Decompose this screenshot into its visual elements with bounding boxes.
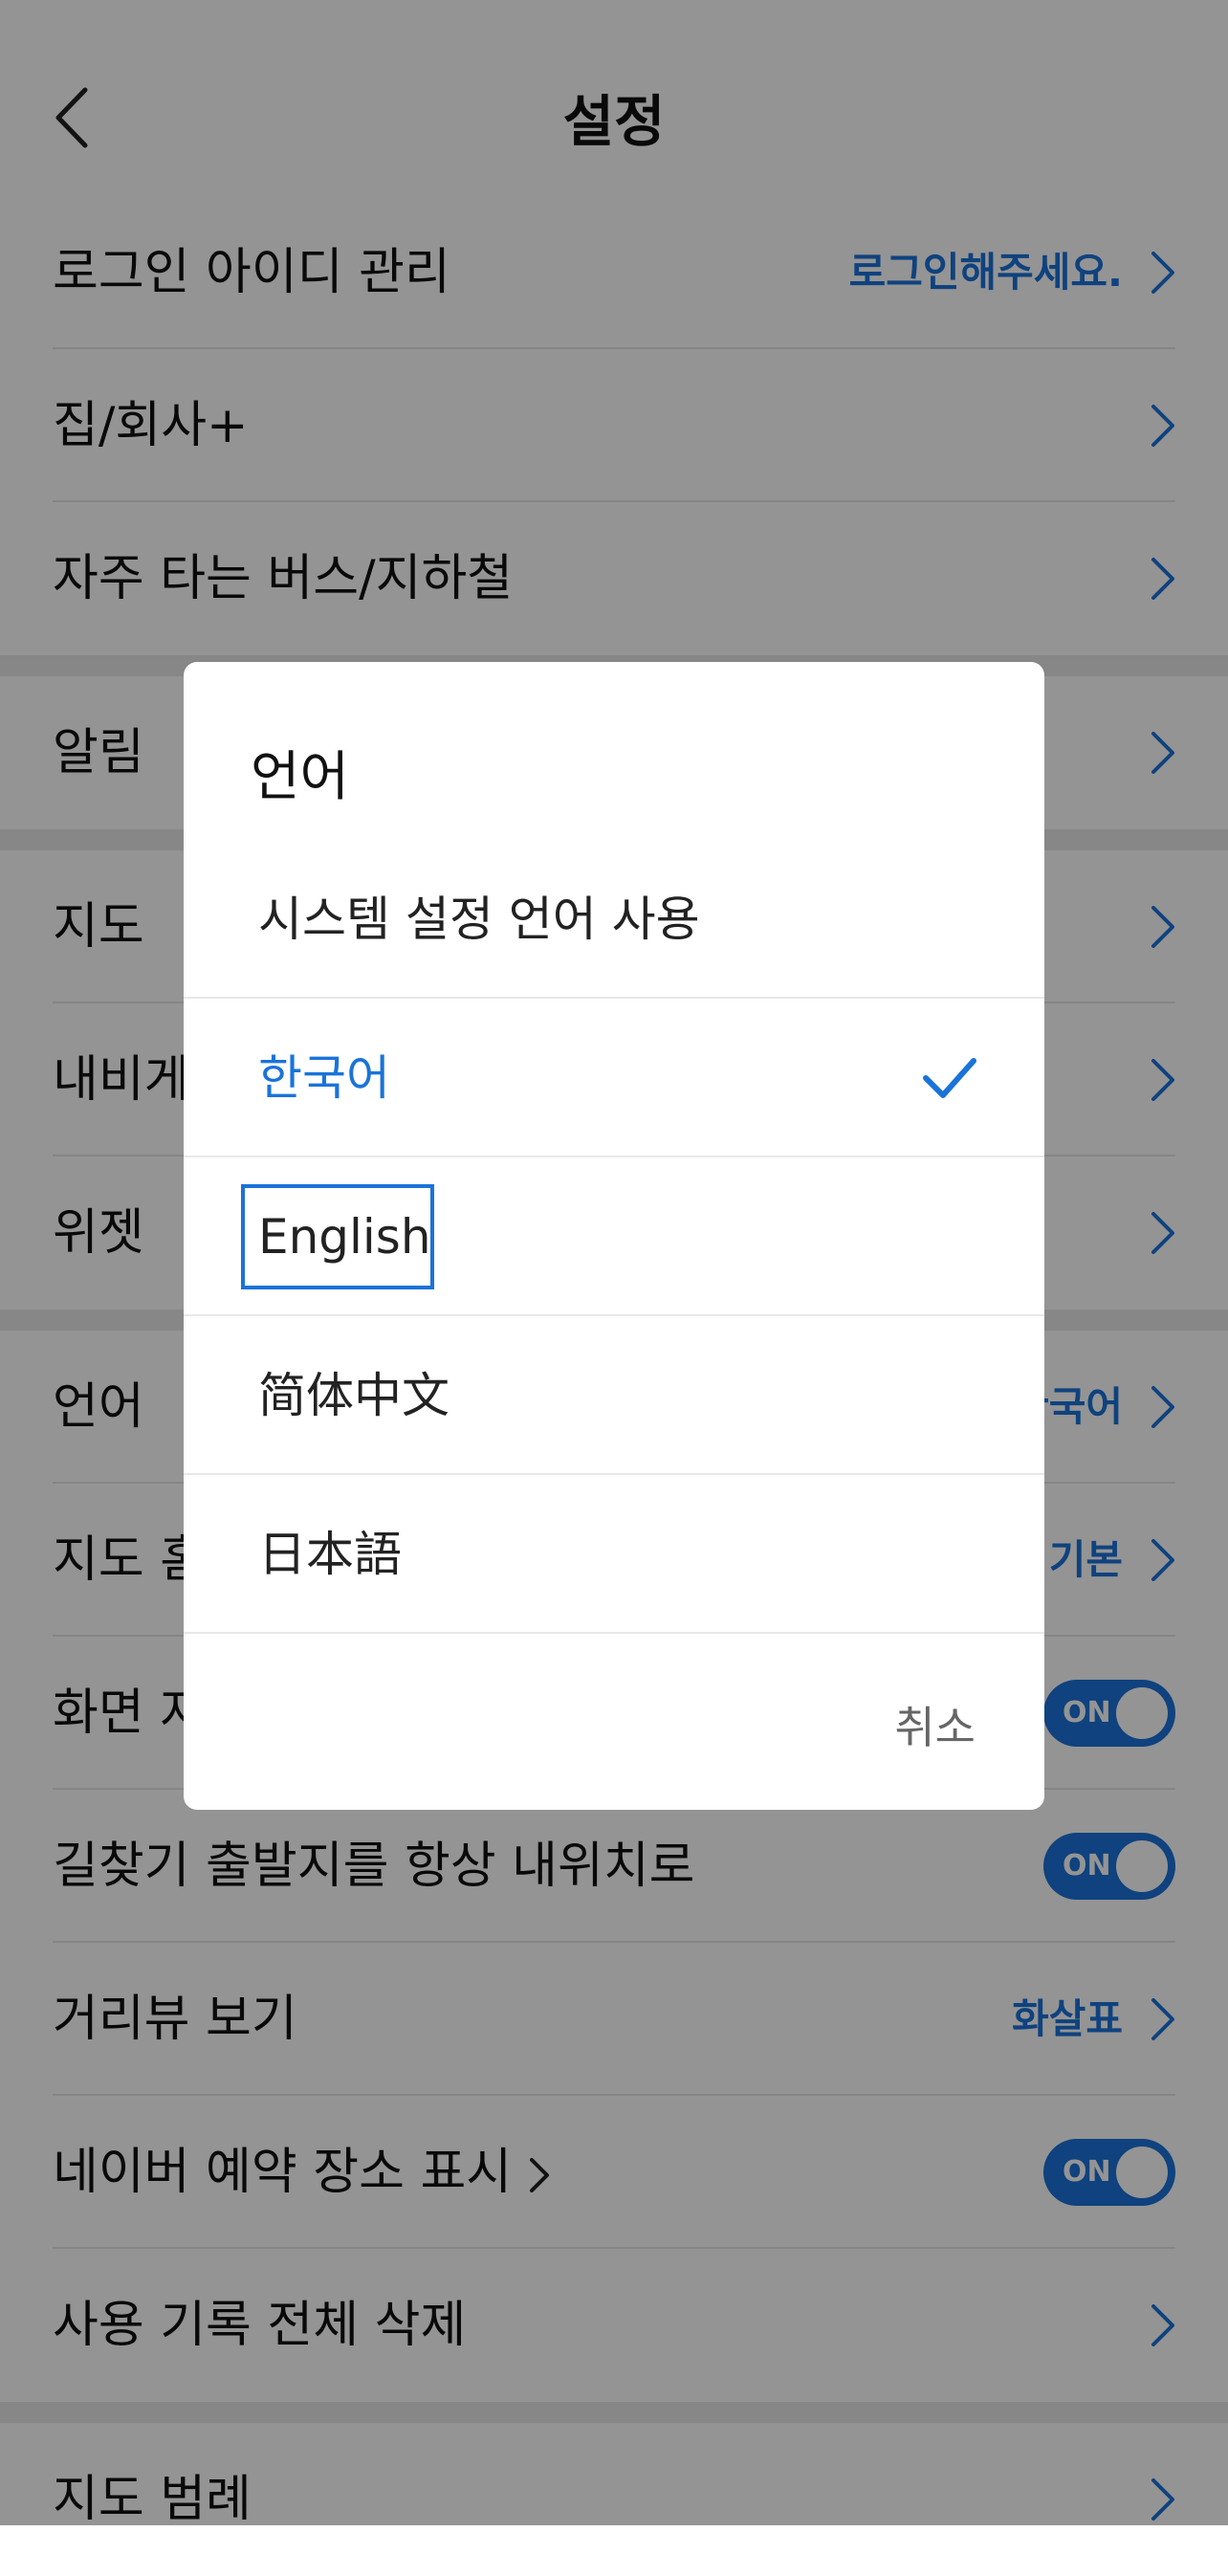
language-option-korean[interactable]: 한국어	[184, 999, 1044, 1157]
option-label: 한국어	[258, 1050, 390, 1106]
option-label: 简体中文	[258, 1368, 450, 1423]
cancel-button[interactable]: 취소	[894, 1693, 976, 1756]
option-label: 시스템 설정 언어 사용	[258, 892, 700, 947]
language-option-english[interactable]: English	[184, 1157, 1044, 1316]
option-label: 日本語	[258, 1527, 402, 1582]
language-dialog: 언어 시스템 설정 언어 사용 한국어 English 简体中文 日本語 취소	[184, 662, 1044, 1810]
divider	[184, 1632, 1044, 1634]
checkmark-icon	[923, 1058, 976, 1098]
language-option-chinese[interactable]: 简体中文	[184, 1316, 1044, 1475]
language-option-system[interactable]: 시스템 설정 언어 사용	[184, 840, 1044, 999]
option-label: English	[258, 1209, 431, 1265]
dialog-title: 언어	[251, 746, 350, 808]
language-option-japanese[interactable]: 日本語	[184, 1475, 1044, 1634]
